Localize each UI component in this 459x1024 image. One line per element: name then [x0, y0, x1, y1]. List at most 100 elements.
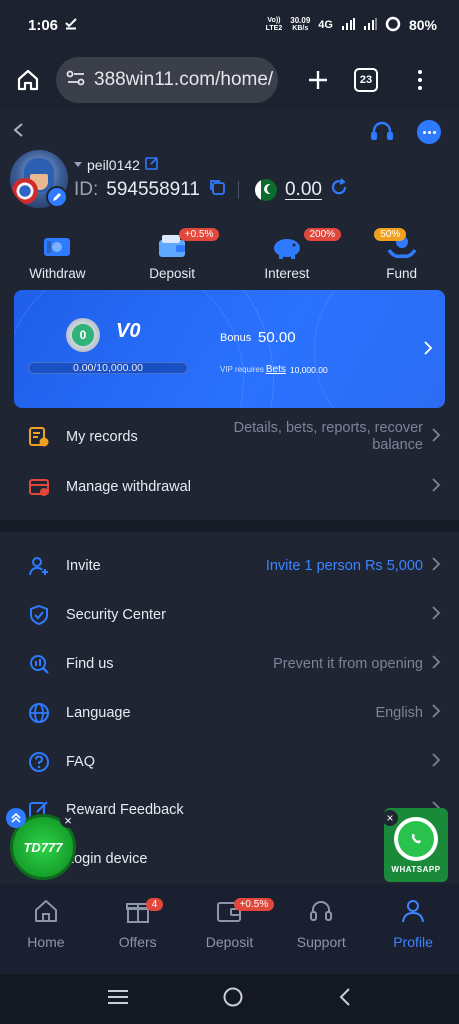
language-label: Language: [66, 705, 131, 721]
wallet-balance: 0.00: [284, 179, 322, 200]
battery-icon: [385, 16, 401, 35]
screen: 1:06 Vo)) LTE2 30.09 KB/s 4G 80% 388win1…: [0, 0, 459, 1024]
vip-medal-icon: 0: [66, 318, 100, 352]
invite-user-icon: [26, 553, 52, 579]
vip-requirement: VIP requires Bets 10,000.00: [220, 364, 328, 375]
address-bar[interactable]: 388win11.com/home/: [56, 57, 278, 103]
deposit-nav-badge: +0.5%: [233, 898, 275, 911]
security-center-row[interactable]: Security Center: [0, 592, 459, 638]
bottom-navigation: Home 4 Offers +0.5% Deposit Support Prof…: [0, 884, 459, 974]
my-records-hint: Details, bets, reports, recover balance: [233, 420, 423, 453]
manage-withdrawal-row[interactable]: Manage withdrawal: [0, 464, 459, 510]
browser-home-icon[interactable]: [0, 68, 56, 92]
chevron-right-icon: [431, 556, 441, 577]
pakistan-flag-icon: [254, 179, 277, 201]
new-tab-icon[interactable]: [296, 69, 340, 91]
copy-id-icon[interactable]: [208, 178, 226, 202]
browser-toolbar: 388win11.com/home/ 23: [0, 50, 459, 110]
find-us-row[interactable]: Find us Prevent it from opening: [0, 641, 459, 687]
dropdown-caret-icon[interactable]: [74, 162, 82, 167]
interest-button[interactable]: 200% Interest: [230, 228, 345, 290]
signal-icon-1: [341, 17, 355, 34]
back-icon[interactable]: [338, 987, 352, 1012]
manage-withdrawal-label: Manage withdrawal: [66, 479, 191, 495]
deposit-badge: +0.5%: [178, 228, 220, 241]
withdraw-button[interactable]: Withdraw: [0, 230, 115, 290]
fund-badge: 50%: [374, 228, 407, 241]
download-check-icon: [64, 16, 78, 35]
id-label: ID:: [74, 179, 99, 200]
tab-switcher-button[interactable]: 23: [354, 68, 378, 92]
globe-icon: [26, 700, 52, 726]
recent-apps-icon[interactable]: [107, 989, 129, 1010]
browser-menu-icon[interactable]: [418, 70, 422, 90]
whatsapp-icon: [394, 816, 438, 861]
bets-amount: 10,000.00: [289, 364, 328, 375]
username: peil0142: [87, 156, 140, 173]
net-speed: 30.09 KB/s: [290, 16, 311, 33]
home-icon: [32, 894, 60, 928]
chevron-right-icon: [431, 605, 441, 626]
top-actions: [0, 120, 459, 144]
chevron-right-icon: [431, 477, 441, 498]
chevron-up-icon[interactable]: [6, 808, 26, 828]
edit-name-icon[interactable]: [145, 156, 159, 173]
site-settings-icon[interactable]: [66, 69, 86, 92]
network-type: 4G: [318, 19, 333, 31]
nav-home-label: Home: [27, 934, 65, 950]
find-us-hint: Prevent it from opening: [273, 655, 423, 672]
piggy-bank-icon: [270, 230, 304, 260]
bets-link[interactable]: Bets: [266, 364, 286, 375]
td777-label: TD777: [23, 839, 63, 855]
search-icon: [26, 651, 52, 677]
nav-profile[interactable]: Profile: [367, 894, 459, 974]
interest-badge: 200%: [303, 228, 342, 241]
nav-deposit[interactable]: +0.5% Deposit: [184, 894, 276, 974]
chevron-right-icon: [431, 703, 441, 724]
nav-offers[interactable]: 4 Offers: [92, 894, 184, 974]
refresh-icon[interactable]: [330, 178, 348, 202]
close-icon[interactable]: ×: [382, 810, 398, 826]
back-arrow-icon[interactable]: [12, 122, 26, 143]
language-row[interactable]: Language English: [0, 690, 459, 736]
home-circle-icon[interactable]: [222, 986, 244, 1013]
divider: [237, 181, 239, 199]
status-bar: 1:06 Vo)) LTE2 30.09 KB/s 4G 80%: [0, 0, 459, 50]
language-value: English: [375, 704, 423, 721]
security-center-label: Security Center: [66, 607, 166, 623]
chevron-right-icon: [423, 340, 433, 361]
close-icon[interactable]: ×: [60, 812, 76, 828]
faq-row[interactable]: FAQ: [0, 739, 459, 785]
my-records-label: My records: [66, 429, 138, 445]
deposit-button[interactable]: +0.5% Deposit: [115, 228, 230, 290]
chevron-right-icon: [431, 427, 441, 448]
vip-card[interactable]: 0 V0 0.00/10,000.00 Bonus 50.00 VIP requ…: [14, 290, 445, 408]
vip-progress-bar: 0.00/10,000.00: [28, 362, 188, 374]
withdraw-label: Withdraw: [29, 266, 86, 281]
user-id: 594558911: [106, 179, 200, 200]
fund-label: Fund: [386, 266, 418, 281]
invite-hint: Invite 1 person Rs 5,000: [265, 557, 423, 574]
url-text: 388win11.com/home/: [94, 69, 274, 90]
customer-service-icon[interactable]: [369, 120, 395, 149]
find-us-label: Find us: [66, 656, 114, 672]
bonus-label: Bonus: [220, 332, 252, 344]
edit-avatar-icon[interactable]: [46, 186, 68, 208]
fund-button[interactable]: 50% Fund: [344, 228, 459, 290]
deposit-label: Deposit: [149, 266, 196, 281]
whatsapp-label: WHATSAPP: [391, 864, 441, 874]
nav-offers-label: Offers: [118, 934, 157, 950]
nav-home[interactable]: Home: [0, 894, 92, 974]
headset-icon: [307, 894, 335, 928]
invite-row[interactable]: Invite Invite 1 person Rs 5,000: [0, 543, 459, 589]
message-icon[interactable]: [417, 120, 441, 144]
system-navigation-bar: [0, 974, 459, 1024]
nav-support[interactable]: Support: [275, 894, 367, 974]
bonus-value: 50.00: [258, 329, 296, 346]
profile-person-icon: [399, 894, 427, 928]
interest-label: Interest: [264, 266, 310, 281]
section-divider: [0, 520, 459, 532]
my-records-row[interactable]: My records Details, bets, reports, recov…: [0, 414, 459, 460]
nav-profile-label: Profile: [393, 934, 433, 950]
invite-label: Invite: [66, 558, 101, 574]
